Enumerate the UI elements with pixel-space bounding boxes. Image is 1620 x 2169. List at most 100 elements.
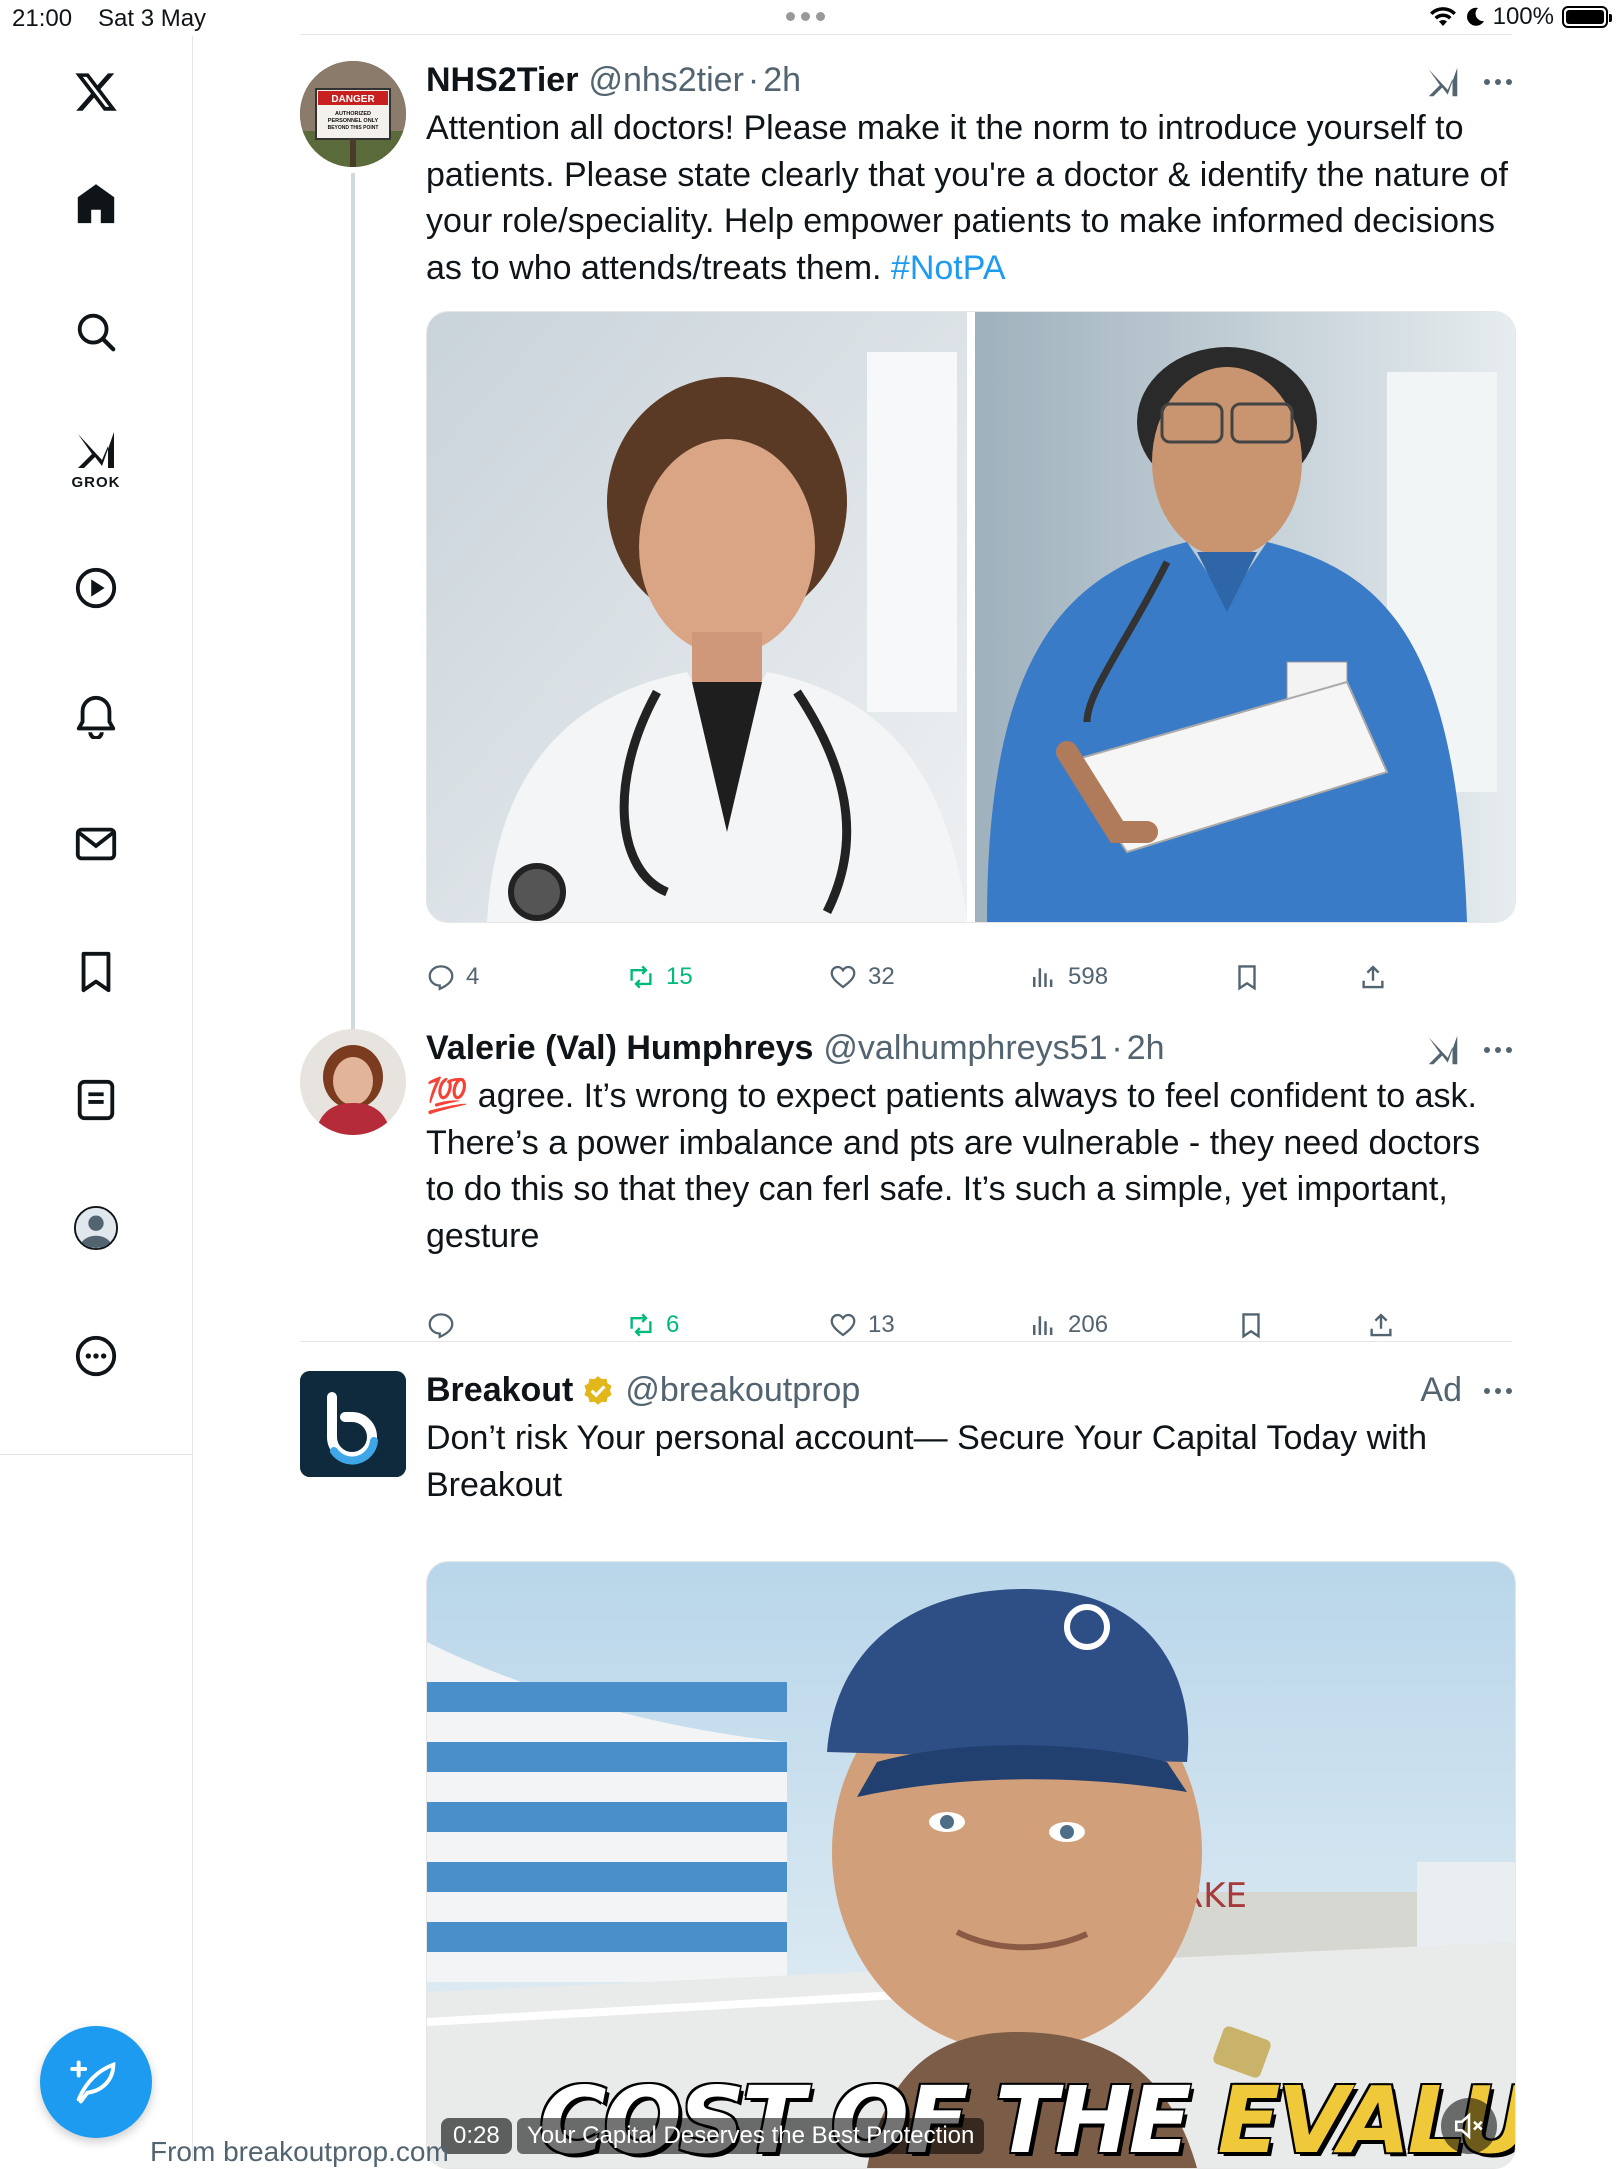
- search-icon[interactable]: [56, 292, 136, 372]
- lists-icon[interactable]: [56, 1060, 136, 1140]
- reply-button[interactable]: 4: [426, 957, 479, 997]
- profile-icon[interactable]: [56, 1188, 136, 1268]
- grok-icon[interactable]: GROK: [56, 418, 136, 498]
- grok-icon[interactable]: [1424, 63, 1462, 101]
- heart-icon: [830, 1313, 856, 1337]
- doctor-photos-image: [427, 312, 1515, 922]
- sign-text: DANGER: [331, 94, 375, 105]
- video-icon[interactable]: [56, 548, 136, 628]
- avatar[interactable]: [300, 1371, 406, 1477]
- like-count: 13: [868, 1311, 895, 1338]
- post-header-actions: Ad: [1420, 1371, 1512, 1410]
- sign-text: BEYOND THIS POINT: [328, 125, 379, 131]
- avatar[interactable]: [300, 1029, 406, 1135]
- views-icon: [1033, 1316, 1053, 1335]
- like-count: 32: [868, 963, 895, 990]
- post-header: Breakout @breakoutprop: [426, 1371, 860, 1410]
- share-button[interactable]: [1366, 1305, 1396, 1345]
- post-media[interactable]: [426, 311, 1516, 923]
- like-button[interactable]: 13: [828, 1305, 895, 1345]
- post-time[interactable]: 2h: [1127, 1029, 1165, 1068]
- status-bar: 21:00 Sat 3 May 100%: [0, 0, 1620, 36]
- post-divider: [300, 1341, 1512, 1342]
- separator-dot: ·: [1111, 1029, 1123, 1067]
- more-icon[interactable]: [56, 1316, 136, 1396]
- hashtag-link[interactable]: #NotPA: [891, 249, 1006, 287]
- views-count: 206: [1068, 1311, 1109, 1338]
- views-button[interactable]: 598: [1028, 957, 1108, 997]
- status-time: 21:00: [12, 5, 73, 32]
- repost-icon: [630, 965, 652, 989]
- status-date: Sat 3 May: [98, 5, 207, 32]
- author-name[interactable]: NHS2Tier: [426, 61, 578, 100]
- battery-percent: 100%: [1492, 3, 1554, 30]
- post-body: Don’t risk Your personal account— Secure…: [426, 1419, 1437, 1504]
- separator-dot: ·: [747, 61, 760, 99]
- post-actions: 4 15 32 598: [426, 957, 1426, 997]
- post-header: NHS2Tier @nhs2tier · 2h: [426, 61, 801, 100]
- author-handle[interactable]: @valhumphreys51: [823, 1029, 1107, 1068]
- reply-button[interactable]: [426, 1305, 466, 1345]
- thread-line: [351, 173, 355, 1035]
- video-cta-text[interactable]: Your Capital Deserves the Best Protectio…: [517, 2118, 985, 2154]
- battery-icon: [1562, 6, 1612, 28]
- repost-button[interactable]: 15: [626, 957, 693, 997]
- mute-button[interactable]: [1441, 2098, 1497, 2154]
- reply-count: 4: [466, 963, 480, 990]
- reply-icon: [428, 1313, 454, 1339]
- post-text: Attention all doctors! Please make it th…: [426, 105, 1512, 291]
- grok-icon[interactable]: [1424, 1031, 1462, 1069]
- post-header-actions: [1424, 63, 1512, 101]
- author-handle[interactable]: @breakoutprop: [625, 1371, 860, 1410]
- wifi-icon: [1429, 7, 1456, 26]
- post-time[interactable]: 2h: [763, 61, 801, 100]
- more-options-icon[interactable]: [1484, 1387, 1512, 1394]
- bookmark-button[interactable]: [1232, 957, 1262, 997]
- video-duration: 0:28: [441, 2118, 512, 2154]
- author-name[interactable]: Valerie (Val) Humphreys: [426, 1029, 813, 1068]
- avatar[interactable]: DANGER AUTHORIZED PERSONNEL ONLY BEYOND …: [300, 61, 406, 167]
- speaker-muted-icon: [1454, 2112, 1483, 2140]
- compose-post-button[interactable]: [40, 2026, 152, 2138]
- like-button[interactable]: 32: [828, 957, 895, 997]
- ad-video-player[interactable]: MARKE COST OF THE EVALUATION 0:28 Your C…: [426, 1561, 1516, 2169]
- multitasking-dots-icon[interactable]: [786, 12, 825, 21]
- ad-label: Ad: [1420, 1371, 1462, 1409]
- ad-source-link[interactable]: From breakoutprop.com: [150, 2136, 449, 2168]
- breakout-logo-icon: [300, 1371, 406, 1477]
- share-button[interactable]: [1358, 957, 1388, 997]
- views-count: 598: [1068, 963, 1109, 990]
- bookmark-button[interactable]: [1236, 1305, 1266, 1345]
- compose-feather-icon: [70, 2060, 116, 2104]
- reply-icon: [428, 965, 454, 991]
- post-header-actions: [1424, 1031, 1512, 1069]
- repost-count: 15: [666, 963, 693, 990]
- grok-label: GROK: [71, 473, 121, 491]
- status-indicators: 100%: [1429, 3, 1612, 31]
- moon-icon: [1466, 7, 1484, 26]
- verified-badge-icon: [584, 1375, 612, 1405]
- sign-text: PERSONNEL ONLY: [328, 118, 379, 124]
- post-header: Valerie (Val) Humphreys @valhumphreys51 …: [426, 1029, 1165, 1068]
- share-icon: [1370, 1313, 1392, 1337]
- messages-icon[interactable]: [56, 804, 136, 884]
- more-options-icon[interactable]: [1484, 1047, 1512, 1053]
- repost-icon: [630, 1313, 652, 1337]
- repost-button[interactable]: 6: [626, 1305, 679, 1345]
- sign-text: AUTHORIZED: [335, 111, 371, 117]
- sidebar: GROK: [0, 36, 193, 2160]
- notifications-icon[interactable]: [56, 676, 136, 756]
- heart-icon: [830, 965, 856, 989]
- sidebar-divider: [0, 1454, 192, 1455]
- views-icon: [1033, 968, 1053, 987]
- bookmark-icon: [1242, 1313, 1260, 1339]
- repost-count: 6: [666, 1311, 680, 1338]
- author-name[interactable]: Breakout: [426, 1371, 573, 1410]
- bookmarks-icon[interactable]: [56, 932, 136, 1012]
- share-icon: [1362, 965, 1384, 989]
- x-logo-icon[interactable]: [56, 52, 136, 132]
- more-options-icon[interactable]: [1484, 79, 1512, 85]
- author-handle[interactable]: @nhs2tier: [588, 61, 743, 100]
- home-icon[interactable]: [56, 164, 136, 244]
- views-button[interactable]: 206: [1028, 1305, 1108, 1345]
